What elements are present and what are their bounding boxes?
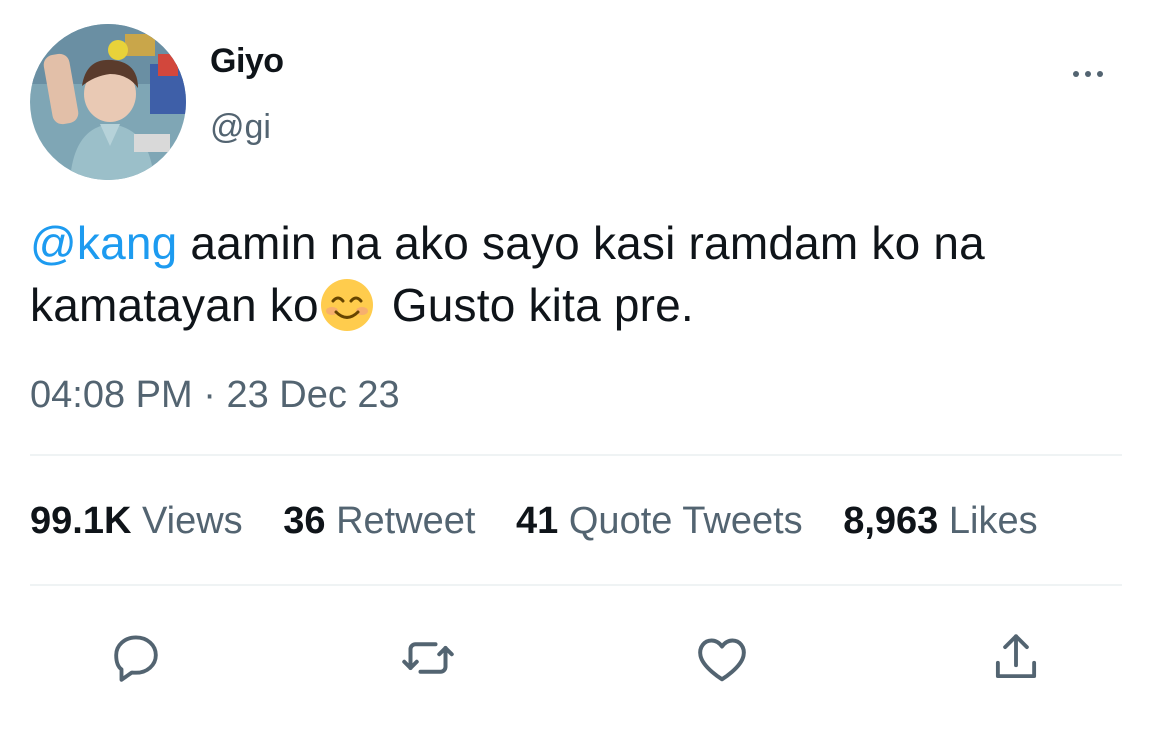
avatar-image — [30, 24, 186, 180]
retweet-button[interactable] — [398, 628, 458, 688]
likes-count: 8,963 — [843, 500, 939, 542]
share-button[interactable] — [986, 628, 1046, 688]
more-options-button[interactable] — [1064, 62, 1112, 86]
like-button[interactable] — [692, 628, 752, 688]
quote-tweets-label: Quote Tweets — [568, 500, 803, 542]
author-handle[interactable]: @gi — [210, 108, 271, 147]
author-display-name[interactable]: Giyo — [210, 42, 284, 81]
tweet-actions — [0, 628, 1152, 688]
mention-link[interactable]: @kang — [30, 217, 177, 269]
quote-tweets-stat[interactable]: 41 Quote Tweets — [516, 500, 803, 543]
reply-button[interactable] — [106, 628, 166, 688]
retweet-count: 36 — [283, 500, 326, 542]
retweet-stat[interactable]: 36 Retweet — [283, 500, 475, 543]
more-dot-icon — [1073, 71, 1079, 77]
retweet-label: Retweet — [336, 500, 476, 542]
divider — [30, 454, 1122, 456]
tweet-stats: 99.1K Views 36 Retweet 41 Quote Tweets 8… — [30, 500, 1130, 543]
views-count: 99.1K — [30, 500, 132, 542]
more-dot-icon — [1085, 71, 1091, 77]
tweet-date: 23 Dec 23 — [226, 374, 400, 416]
reply-icon — [114, 635, 158, 682]
tweet-text-line1: aamin na ako sayo kasi ramdam ko na — [177, 217, 985, 269]
tweet-text: @kang aamin na ako sayo kasi ramdam ko n… — [30, 212, 1140, 336]
likes-stat[interactable]: 8,963 Likes — [843, 500, 1037, 543]
like-icon — [698, 638, 746, 682]
tweet-time: 04:08 PM — [30, 374, 193, 416]
tweet-text-line2-start: kamatayan ko — [30, 279, 319, 331]
likes-label: Likes — [948, 500, 1038, 542]
divider — [30, 584, 1122, 586]
tweet-text-line2-end: Gusto kita pre. — [378, 279, 694, 331]
retweet-icon — [402, 642, 454, 674]
share-icon — [995, 634, 1037, 679]
views-stat[interactable]: 99.1K Views — [30, 500, 243, 543]
more-dot-icon — [1097, 71, 1103, 77]
views-label: Views — [141, 500, 243, 542]
quote-tweets-count: 41 — [516, 500, 559, 542]
smiling-face-emoji-icon — [320, 279, 373, 331]
timestamp-separator: · — [203, 374, 216, 416]
tweet-timestamp[interactable]: 04:08 PM · 23 Dec 23 — [30, 374, 400, 417]
avatar[interactable] — [30, 24, 186, 180]
